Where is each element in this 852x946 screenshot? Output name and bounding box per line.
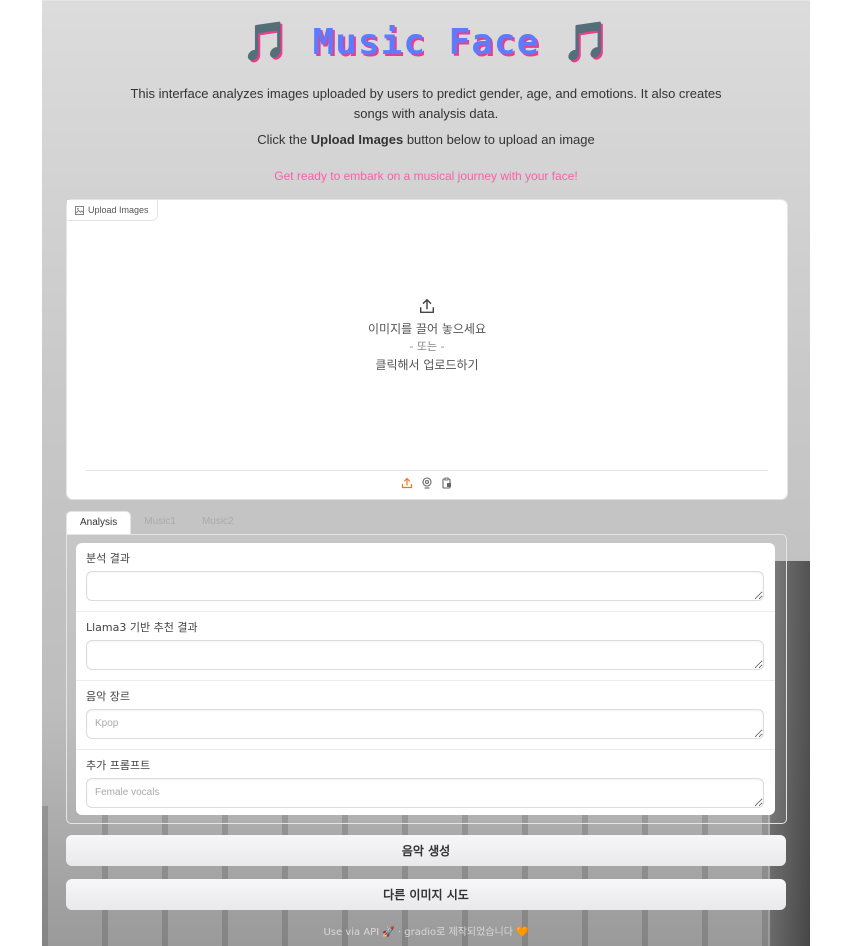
analysis-panel: 분석 결과 Llama3 기반 추천 결과 음악 장르 추가 프롬프트 (66, 534, 787, 824)
click-text: 클릭해서 업로드하기 (375, 358, 479, 372)
music-genre-textarea[interactable] (86, 709, 764, 739)
field-label: 추가 프롬프트 (86, 759, 151, 772)
upload-label-text: Upload Images (88, 205, 149, 215)
or-text: - 또는 - (409, 340, 445, 353)
extra-prompt-field: 추가 프롬프트 (76, 750, 775, 815)
tab-analysis[interactable]: Analysis (66, 511, 132, 534)
tagline: Get ready to embark on a musical journey… (274, 169, 578, 183)
upload-source-icon[interactable] (401, 477, 413, 489)
divider (86, 470, 768, 471)
llama3-recommendation-textarea[interactable] (86, 640, 764, 670)
instruction-bold: Upload Images (310, 132, 404, 147)
instruction-suffix: button below to upload an image (403, 132, 595, 147)
image-upload-dropzone[interactable]: Upload Images 이미지를 끌어 놓으세요 - 또는 - 클릭해서 업… (66, 199, 788, 500)
tab-music1[interactable]: Music1 (131, 511, 189, 534)
result-tabs: Analysis Music1 Music2 (66, 511, 247, 534)
upload-prompt[interactable]: 이미지를 끌어 놓으세요 - 또는 - 클릭해서 업로드하기 (67, 297, 787, 374)
music-note-icon: 🎵 (562, 19, 611, 63)
field-label: 음악 장르 (86, 690, 130, 703)
upload-label: Upload Images (67, 200, 158, 221)
title-text: Music Face (312, 22, 540, 63)
llama3-recommendation-field: Llama3 기반 추천 결과 (76, 612, 775, 681)
music-genre-field: 음악 장르 (76, 681, 775, 750)
app-background: 🎵 Music Face 🎵 This interface analyzes i… (42, 0, 810, 946)
instruction: Click the Upload Images button below to … (42, 132, 810, 147)
field-label: 분석 결과 (86, 552, 130, 565)
analysis-fields: 분석 결과 Llama3 기반 추천 결과 음악 장르 추가 프롬프트 (76, 543, 775, 815)
analysis-result-field: 분석 결과 (76, 543, 775, 612)
field-label: Llama3 기반 추천 결과 (86, 621, 198, 634)
footer: Use via API 🚀 · gradio로 제작되었습니다 🧡 (323, 927, 529, 938)
description: This interface analyzes images uploaded … (130, 86, 722, 121)
try-another-image-button[interactable]: 다른 이미지 시도 (66, 879, 786, 910)
generate-music-button[interactable]: 음악 생성 (66, 835, 786, 866)
webcam-icon[interactable] (421, 477, 433, 489)
upload-source-toolbar (67, 477, 787, 489)
extra-prompt-textarea[interactable] (86, 778, 764, 808)
instruction-prefix: Click the (257, 132, 311, 147)
music-note-icon: 🎵 (241, 19, 290, 63)
page-title: 🎵 Music Face 🎵 (42, 19, 810, 64)
tab-music2[interactable]: Music2 (189, 511, 247, 534)
image-icon (75, 205, 84, 215)
upload-icon (419, 298, 435, 314)
analysis-result-textarea[interactable] (86, 571, 764, 601)
drop-text: 이미지를 끌어 놓으세요 (367, 322, 487, 336)
clipboard-icon[interactable] (441, 477, 453, 489)
